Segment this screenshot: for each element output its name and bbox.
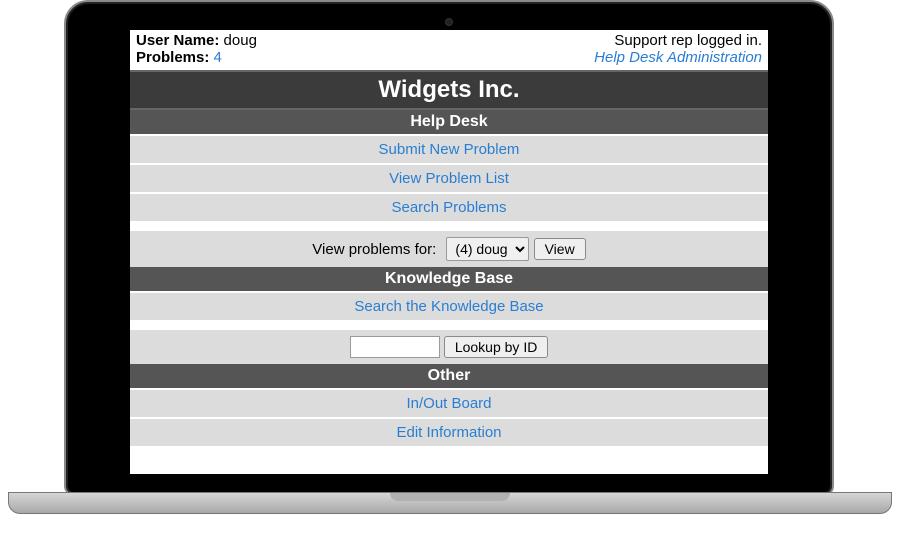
laptop-base bbox=[8, 492, 892, 514]
row-kb-search: Search the Knowledge Base bbox=[130, 291, 768, 320]
section-other-heading: Other bbox=[130, 364, 768, 388]
search-problems-link[interactable]: Search Problems bbox=[391, 199, 506, 216]
login-status: Support rep logged in. bbox=[594, 32, 762, 49]
section-kb-heading: Knowledge Base bbox=[130, 267, 768, 291]
page-title: Widgets Inc. bbox=[130, 70, 768, 110]
user-name-label: User Name: bbox=[136, 32, 219, 49]
edit-information-link[interactable]: Edit Information bbox=[396, 424, 501, 441]
search-kb-link[interactable]: Search the Knowledge Base bbox=[354, 298, 543, 315]
header-bar: User Name: doug Problems: 4 Support rep … bbox=[130, 30, 768, 70]
row-search-problems: Search Problems bbox=[130, 192, 768, 221]
user-name-value: doug bbox=[224, 32, 257, 49]
screen: User Name: doug Problems: 4 Support rep … bbox=[130, 30, 768, 474]
view-button[interactable]: View bbox=[534, 238, 586, 260]
in-out-board-link[interactable]: In/Out Board bbox=[406, 395, 491, 412]
row-submit-problem: Submit New Problem bbox=[130, 134, 768, 163]
header-left: User Name: doug Problems: 4 bbox=[136, 32, 257, 66]
view-problem-list-link[interactable]: View Problem List bbox=[389, 170, 509, 187]
header-right: Support rep logged in. Help Desk Adminis… bbox=[594, 32, 762, 66]
laptop-mockup: User Name: doug Problems: 4 Support rep … bbox=[0, 0, 900, 536]
admin-link[interactable]: Help Desk Administration bbox=[594, 49, 762, 66]
filter-user-select[interactable]: (4) doug bbox=[446, 237, 529, 261]
spacer bbox=[130, 221, 768, 229]
section-help-desk-heading: Help Desk bbox=[130, 110, 768, 134]
row-inout: In/Out Board bbox=[130, 388, 768, 417]
row-kb-lookup: Lookup by ID bbox=[130, 328, 768, 364]
row-edit-info: Edit Information bbox=[130, 417, 768, 446]
laptop-frame: User Name: doug Problems: 4 Support rep … bbox=[64, 0, 834, 496]
problems-count-link[interactable]: 4 bbox=[214, 49, 222, 66]
trackpad-notch-icon bbox=[390, 493, 510, 501]
lookup-id-input[interactable] bbox=[350, 336, 440, 358]
spacer-2 bbox=[130, 320, 768, 328]
filter-label: View problems for: bbox=[312, 241, 436, 258]
camera-icon bbox=[445, 18, 453, 26]
submit-new-problem-link[interactable]: Submit New Problem bbox=[379, 141, 520, 158]
row-filter-problems: View problems for: (4) doug View bbox=[130, 229, 768, 267]
lookup-by-id-button[interactable]: Lookup by ID bbox=[444, 336, 549, 358]
row-view-list: View Problem List bbox=[130, 163, 768, 192]
problems-label: Problems: bbox=[136, 49, 209, 66]
